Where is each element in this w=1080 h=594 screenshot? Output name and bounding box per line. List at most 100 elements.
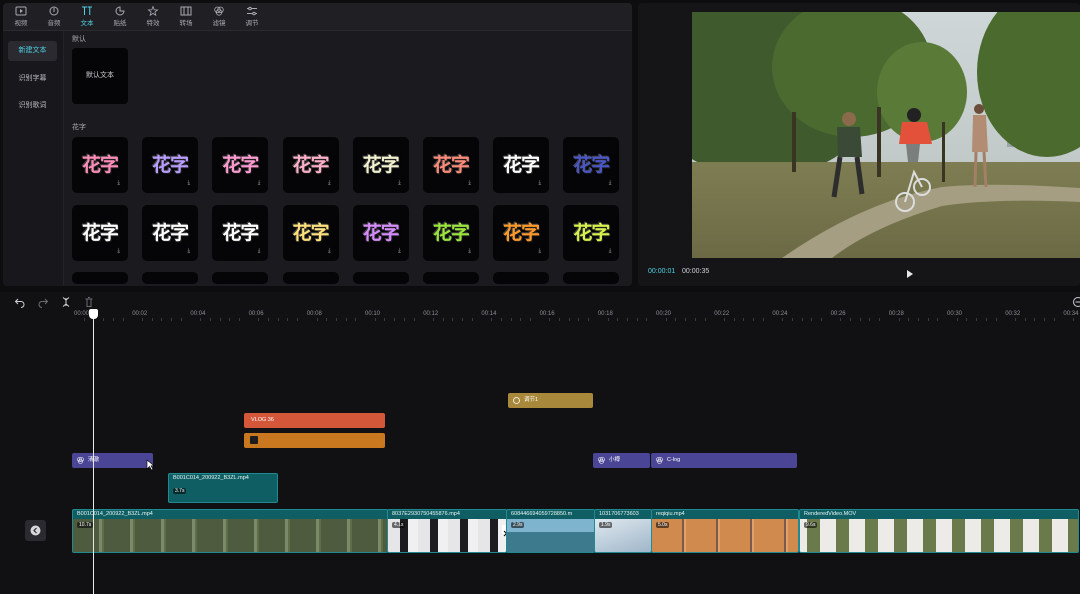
filter-clip-qingche[interactable]: 清澈 xyxy=(72,453,153,468)
flower-text-tile[interactable]: 花字 ⤓ xyxy=(142,137,199,193)
flower-text-tile[interactable]: 花字 ⤓ xyxy=(563,205,620,261)
tool-video[interactable]: 视频 xyxy=(5,6,37,30)
sticker-clip[interactable] xyxy=(244,433,385,448)
flower-text-tile[interactable] xyxy=(142,272,199,284)
ruler-tick-mark xyxy=(811,318,813,321)
main-clip-6[interactable]: RenderedVideo.MOV 9.6s xyxy=(799,509,1079,553)
ruler-tick-mark xyxy=(413,318,415,321)
clip-duration: 5.0s xyxy=(656,522,670,528)
tool-adjust[interactable]: 调节 xyxy=(236,6,268,30)
ruler-tick-mark xyxy=(762,318,764,321)
audio-icon xyxy=(49,6,59,16)
flower-text-tile[interactable]: 花字 ⤓ xyxy=(352,137,409,193)
ruler-tick-mark xyxy=(1044,318,1045,321)
tool-effects[interactable]: 特效 xyxy=(137,6,169,30)
flower-text-tile[interactable]: 花字 ⤓ xyxy=(142,205,199,261)
ruler-tick-mark xyxy=(753,318,754,321)
flower-text-tile[interactable] xyxy=(423,272,479,284)
play-icon xyxy=(907,270,913,278)
ruler-tick-mark xyxy=(529,318,531,321)
nav-recognize-lyrics[interactable]: 识别歌词 xyxy=(8,96,57,116)
filter-clip-xiaozun[interactable]: 小樽 xyxy=(593,453,650,468)
ruler-tick-label: 00:32 xyxy=(1005,311,1021,317)
tool-text[interactable]: 文本 xyxy=(71,6,103,30)
flower-text-tile[interactable]: 花字 ⤓ xyxy=(423,137,479,193)
download-icon: ⤓ xyxy=(187,180,191,186)
split-icon[interactable] xyxy=(60,296,72,308)
flower-text-tile[interactable]: 花字 ⤓ xyxy=(493,205,550,261)
playhead[interactable] xyxy=(93,311,94,594)
ruler-tick-mark xyxy=(268,318,269,321)
main-clip-5[interactable]: reqiqiu.mp4 5.0s xyxy=(651,509,799,553)
ruler-tick-mark xyxy=(956,318,958,321)
main-clip-4[interactable]: 1031706773603 1.9s xyxy=(594,509,652,553)
video-frame-image xyxy=(692,12,1080,258)
main-clip-1[interactable]: B001C014_200922_B3ZL.mp4 10.7s xyxy=(72,509,388,553)
zoom-out-icon[interactable] xyxy=(1072,296,1080,308)
main-clip-2[interactable]: 8037E2930750455876.mp4 4.1s xyxy=(387,509,507,553)
text-clip[interactable]: VLOG 36 xyxy=(244,413,385,428)
flower-text-tile[interactable]: 花字 ⤓ xyxy=(212,205,269,261)
flower-text-tile[interactable] xyxy=(282,272,339,284)
tool-label: 调节 xyxy=(245,20,259,27)
tool-sticker[interactable]: 贴纸 xyxy=(104,6,136,30)
ruler-tick-mark xyxy=(636,318,638,321)
text-category-nav: 新建文本 识别字幕 识别歌词 xyxy=(3,31,64,286)
ruler-tick-mark xyxy=(510,318,512,321)
flower-text-tile[interactable] xyxy=(212,272,269,284)
redo-icon[interactable] xyxy=(37,296,49,308)
flower-text-tile[interactable]: 花字 ⤓ xyxy=(352,205,409,261)
undo-icon[interactable] xyxy=(14,296,26,308)
ruler-tick-mark xyxy=(432,318,434,321)
ruler-tick-mark xyxy=(403,318,405,321)
ruler-tick-mark xyxy=(927,318,929,321)
ruler-tick-label: 00:28 xyxy=(888,311,904,317)
flower-text-tile[interactable]: 花字 ⤓ xyxy=(563,137,620,193)
filter-clip-label: C-log xyxy=(667,457,681,463)
flower-text-tile[interactable] xyxy=(563,272,620,284)
flower-text-tile[interactable]: 花字 ⤓ xyxy=(282,205,339,261)
main-clip-3[interactable]: 608446694059728850.m 2.9s xyxy=(506,509,595,553)
flower-text-tile[interactable] xyxy=(493,272,550,284)
sticker-icon xyxy=(115,6,125,16)
tool-label: 特效 xyxy=(146,20,160,27)
tool-transition[interactable]: 转场 xyxy=(170,6,202,30)
ruler-tick-mark xyxy=(500,318,502,321)
tool-filter[interactable]: 滤镜 xyxy=(203,6,235,30)
ruler-tick-mark xyxy=(326,318,328,321)
tool-audio[interactable]: 音频 xyxy=(38,6,70,30)
flower-text-tile[interactable]: 花字 ⤓ xyxy=(282,137,339,193)
ruler-tick-mark xyxy=(462,318,463,321)
flower-text-tile[interactable] xyxy=(72,272,128,284)
default-text-card[interactable]: 默认文本 xyxy=(72,48,128,104)
flower-text-tile[interactable]: 花字 ⤓ xyxy=(72,137,128,193)
delete-icon[interactable] xyxy=(83,296,95,308)
ruler-tick-mark xyxy=(908,318,910,321)
category-toolbar: 视频 音频 文本 贴纸 特效 转场 滤镜 调节 xyxy=(3,3,632,31)
ruler-tick-mark xyxy=(675,318,677,321)
ruler-tick-mark xyxy=(277,318,279,321)
flower-text-tile[interactable]: 花字 ⤓ xyxy=(212,137,269,193)
ruler-tick-mark xyxy=(607,318,609,321)
filter-clip-clog[interactable]: C-log xyxy=(651,453,797,468)
flower-text-tile[interactable] xyxy=(352,272,409,284)
tool-label: 视频 xyxy=(14,20,28,27)
effects-icon xyxy=(147,6,159,16)
ruler-tick-mark xyxy=(374,318,376,321)
download-icon: ⤓ xyxy=(257,180,261,186)
play-button[interactable] xyxy=(905,266,915,278)
ruler-tick-mark xyxy=(384,318,386,321)
pip-video-clip[interactable]: B001C014_200922_B3ZL.mp4 3.7s xyxy=(168,473,278,503)
nav-new-text[interactable]: 新建文本 xyxy=(8,41,57,61)
flower-text-tile[interactable]: 花字 ⤓ xyxy=(493,137,550,193)
tool-label: 转场 xyxy=(179,20,193,27)
cover-button[interactable] xyxy=(25,520,46,541)
tool-label: 滤镜 xyxy=(212,20,226,27)
flower-text-tile[interactable]: 花字 ⤓ xyxy=(423,205,479,261)
clip-name: reqiqiu.mp4 xyxy=(656,511,685,517)
adjust-clip[interactable]: 调节1 xyxy=(508,393,593,408)
download-icon: ⤓ xyxy=(468,248,471,254)
nav-recognize-subtitles[interactable]: 识别字幕 xyxy=(8,69,57,89)
playhead-handle[interactable] xyxy=(89,309,98,319)
flower-text-tile[interactable]: 花字 ⤓ xyxy=(72,205,128,261)
